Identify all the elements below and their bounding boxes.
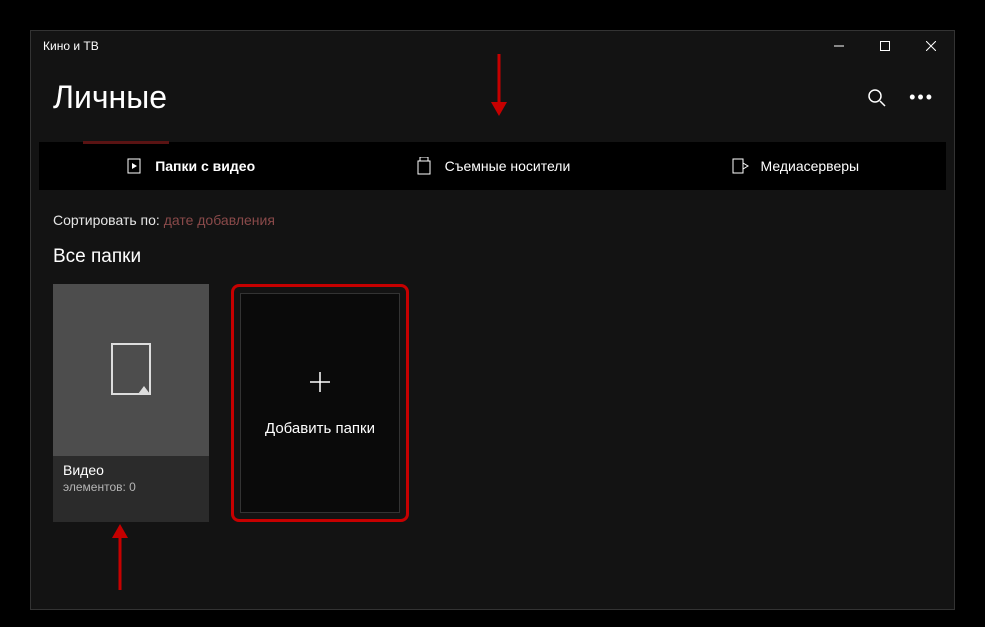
sort-row[interactable]: Сортировать по: дате добавления [53,212,934,228]
page-title: Личные [53,79,167,116]
folder-item-count: элементов: 0 [63,480,199,494]
search-icon [867,88,887,108]
section-all-folders: Все папки [53,246,934,268]
header-actions: ••• [867,87,934,108]
more-button[interactable]: ••• [909,87,934,108]
more-icon: ••• [909,87,934,107]
folder-meta: Видео элементов: 0 [53,456,209,508]
add-folder-label: Добавить папки [265,420,375,437]
close-icon [926,41,936,51]
tab-label: Съемные носители [445,158,571,174]
close-button[interactable] [908,31,954,61]
app-title: Кино и ТВ [43,39,99,53]
folder-thumbnail [53,284,209,456]
tab-label: Медиасерверы [761,158,860,174]
minimize-icon [834,41,844,51]
content-body: Сортировать по: дате добавления Все папк… [31,190,954,532]
tab-label: Папки с видео [155,158,255,174]
minimize-button[interactable] [816,31,862,61]
server-icon [731,157,749,175]
maximize-button[interactable] [862,31,908,61]
window-controls [816,31,954,61]
folder-tile-video[interactable]: Видео элементов: 0 [53,284,209,522]
title-bar: Кино и ТВ [31,31,954,61]
source-tabs: Папки с видео Съемные носители Медиасерв… [39,142,946,190]
tab-removable-media[interactable]: Съемные носители [341,142,643,190]
sort-label: Сортировать по: [53,212,160,228]
app-window: Кино и ТВ Личные ••• [30,30,955,610]
tab-video-folders[interactable]: Папки с видео [39,142,341,190]
folder-name: Видео [63,462,199,478]
folder-with-video-icon [125,157,143,175]
maximize-icon [880,41,890,51]
add-folder-tile[interactable]: Добавить папки [240,293,400,513]
search-button[interactable] [867,88,887,108]
document-icon [108,342,154,398]
title-underline [83,141,169,144]
usb-icon [415,157,433,175]
page-header: Личные ••• [31,61,954,126]
sort-value: дате добавления [164,212,275,228]
add-folder-tile-highlight: Добавить папки [231,284,409,522]
folder-tiles: Видео элементов: 0 Добавить папки [53,284,934,522]
tab-mediaservers[interactable]: Медиасерверы [644,142,946,190]
plus-icon [307,369,333,402]
